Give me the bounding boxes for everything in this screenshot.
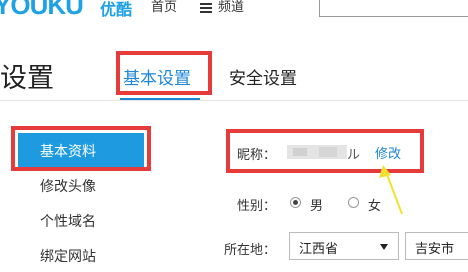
annotation-arrow-icon bbox=[379, 165, 403, 215]
